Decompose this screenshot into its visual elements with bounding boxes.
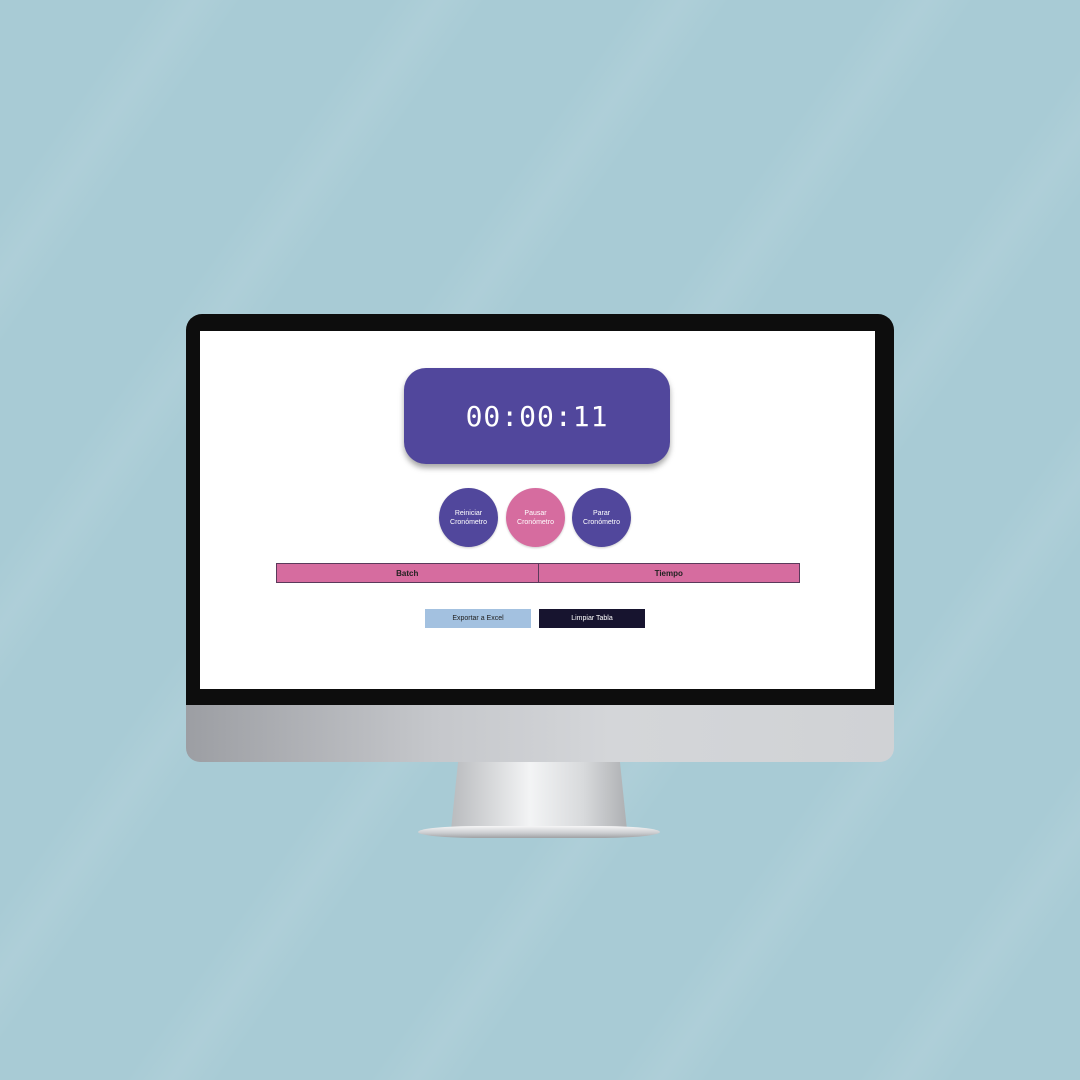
column-header-batch: Batch (396, 568, 419, 578)
results-table-header: Batch Tiempo (276, 563, 800, 583)
stop-stopwatch-button[interactable]: Parar Cronómetro (572, 488, 631, 547)
reset-stopwatch-label: Reiniciar Cronómetro (450, 509, 487, 526)
stop-stopwatch-label: Parar Cronómetro (583, 509, 620, 526)
monitor-screen: 00:00:11 Reiniciar Cronómetro Pausar Cro… (200, 331, 875, 689)
reset-stopwatch-button[interactable]: Reiniciar Cronómetro (439, 488, 498, 547)
pause-stopwatch-label: Pausar Cronómetro (517, 509, 554, 526)
column-header-tiempo: Tiempo (537, 564, 800, 582)
pause-stopwatch-button[interactable]: Pausar Cronómetro (506, 488, 565, 547)
export-excel-button[interactable]: Exportar a Excel (425, 609, 531, 628)
monitor-stand (451, 762, 627, 830)
monitor-stand-base (418, 826, 660, 838)
monitor-chin (186, 705, 894, 762)
clear-table-button[interactable]: Limpiar Tabla (539, 609, 645, 628)
stopwatch-display: 00:00:11 (404, 368, 670, 464)
